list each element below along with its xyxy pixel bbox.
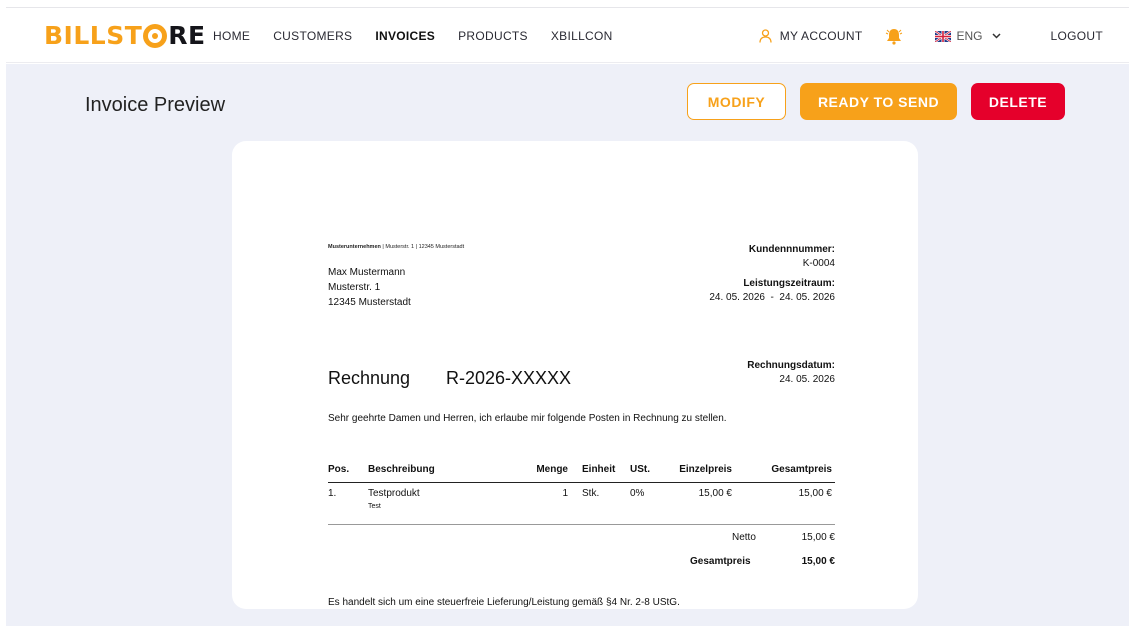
item-vat: 0% bbox=[630, 488, 645, 499]
my-account-label: MY ACCOUNT bbox=[779, 29, 863, 43]
logout-link[interactable]: LOGOUT bbox=[1051, 29, 1103, 43]
invoice-preview-document: Musterunternehmen | Musterstr. 1 | 12345… bbox=[232, 141, 918, 609]
my-account-link[interactable]: MY ACCOUNT bbox=[759, 29, 863, 43]
page-title: Invoice Preview bbox=[85, 94, 226, 116]
invoice-meta: Kundennnummer: K-0004 Leistungszeitraum:… bbox=[709, 243, 835, 305]
chevron-down-icon bbox=[991, 33, 1001, 39]
invoice-date-block: Rechnungsdatum: 24. 05. 2026 bbox=[747, 359, 835, 387]
logo-text-left: BILLST bbox=[44, 20, 143, 50]
right-nav: MY ACCOUNT ENG LOGOUT bbox=[759, 8, 1129, 64]
billstore-logo[interactable]: BILLST RE bbox=[44, 20, 206, 50]
customer-number-label: Kundennnummer: bbox=[748, 244, 835, 255]
grand-total-label: Gesamtpreis bbox=[690, 556, 751, 567]
customer-number: K-0004 bbox=[802, 258, 835, 269]
delete-button[interactable]: DELETE bbox=[971, 83, 1065, 120]
item-pos: 1. bbox=[328, 488, 337, 499]
bell-icon[interactable] bbox=[885, 27, 903, 45]
nav-customers[interactable]: CUSTOMERS bbox=[273, 29, 352, 43]
service-period: 24. 05. 2026 - 24. 05. 2026 bbox=[709, 292, 835, 303]
col-pos: Pos. bbox=[328, 464, 350, 475]
col-unit: Einheit bbox=[582, 464, 616, 475]
language-selector[interactable]: ENG bbox=[934, 29, 1001, 43]
item-total: 15,00 € bbox=[798, 488, 832, 499]
recipient-address: Max Mustermann Musterstr. 1 12345 Muster… bbox=[328, 265, 411, 310]
user-icon bbox=[759, 29, 772, 43]
line-items-table: Pos. Beschreibung Menge Einheit USt. Ein… bbox=[328, 459, 835, 525]
uk-flag-icon bbox=[934, 30, 951, 42]
item-unit: Stk. bbox=[582, 488, 600, 499]
invoice-intro-text: Sehr geehrte Damen und Herren, ich erlau… bbox=[328, 413, 727, 424]
service-period-label: Leistungszeitraum: bbox=[743, 278, 835, 289]
sender-company: Musterunternehmen bbox=[328, 244, 381, 250]
logo-wheel-icon bbox=[143, 24, 168, 48]
language-label: ENG bbox=[956, 29, 983, 43]
modify-button[interactable]: MODIFY bbox=[687, 83, 786, 120]
netto-label: Netto bbox=[732, 532, 756, 543]
table-header: Pos. Beschreibung Menge Einheit USt. Ein… bbox=[328, 459, 835, 483]
col-total: Gesamtpreis bbox=[771, 464, 832, 475]
nav-home[interactable]: HOME bbox=[213, 29, 250, 43]
recipient-city: 12345 Musterstadt bbox=[328, 297, 411, 308]
netto-value: 15,00 € bbox=[801, 532, 835, 543]
invoice-title: Rechnung bbox=[328, 368, 411, 388]
nav-products[interactable]: PRODUCTS bbox=[458, 29, 528, 43]
invoice-date: 24. 05. 2026 bbox=[779, 374, 835, 385]
nav-invoices[interactable]: INVOICES bbox=[375, 29, 435, 43]
sender-line: Musterunternehmen | Musterstr. 1 | 12345… bbox=[328, 244, 464, 250]
recipient-name: Max Mustermann bbox=[328, 267, 406, 278]
grand-total-value: 15,00 € bbox=[801, 556, 835, 567]
item-quantity: 1 bbox=[562, 488, 568, 499]
top-navigation-bar: BILLST RE HOME CUSTOMERS INVOICES PRODUC… bbox=[6, 7, 1129, 63]
table-row: 1. Testprodukt Test 1 Stk. 0% 15,00 € 15… bbox=[328, 483, 835, 525]
col-quantity: Menge bbox=[536, 464, 568, 475]
item-description: Testprodukt bbox=[368, 488, 420, 499]
main-content: Invoice Preview MODIFY READY TO SEND DEL… bbox=[6, 64, 1129, 626]
recipient-street: Musterstr. 1 bbox=[328, 282, 381, 293]
invoice-date-label: Rechnungsdatum: bbox=[747, 360, 835, 371]
col-description: Beschreibung bbox=[368, 464, 435, 475]
tax-exemption-note: Es handelt sich um eine steuerfreie Lief… bbox=[328, 597, 680, 608]
sender-address: | Musterstr. 1 | 12345 Musterstadt bbox=[380, 244, 465, 250]
item-unit-price: 15,00 € bbox=[698, 488, 732, 499]
col-vat: USt. bbox=[630, 464, 650, 475]
invoice-number: R-2026-XXXXX bbox=[446, 368, 572, 388]
ready-to-send-button[interactable]: READY TO SEND bbox=[800, 83, 957, 120]
logo-text-right: RE bbox=[168, 20, 206, 50]
main-nav: HOME CUSTOMERS INVOICES PRODUCTS XBILLCO… bbox=[213, 8, 636, 64]
item-subdescription: Test bbox=[368, 503, 381, 510]
nav-xbillcon[interactable]: XBILLCON bbox=[551, 29, 613, 43]
col-unit-price: Einzelpreis bbox=[679, 464, 732, 475]
